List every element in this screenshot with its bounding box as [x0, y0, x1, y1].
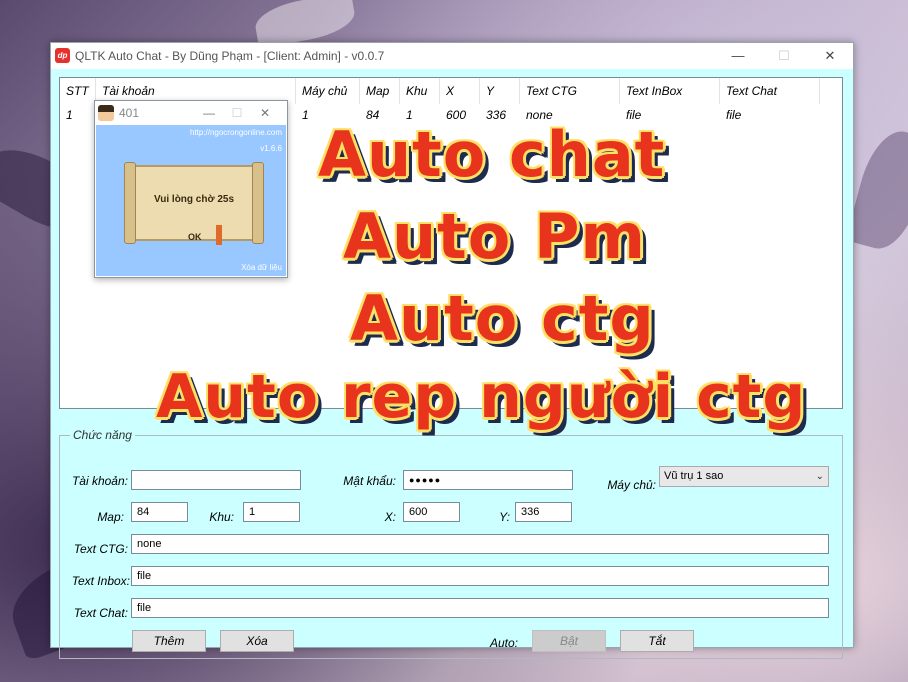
map-label: Map: — [97, 510, 124, 524]
popup-title: 401 — [119, 106, 140, 120]
column-header-text-inbox[interactable]: Text InBox — [620, 78, 720, 104]
delete-button[interactable]: Xóa — [220, 630, 294, 652]
message-scroll: Vui lòng chờ 25s — [124, 162, 264, 244]
account-input[interactable] — [131, 470, 301, 490]
x-input[interactable]: 600 — [403, 502, 460, 522]
wait-message: Vui lòng chờ 25s — [153, 194, 235, 205]
column-header-khu[interactable]: Khu — [400, 78, 440, 104]
game-url: http://ngocrongonline.com — [189, 128, 282, 137]
cell-text-chat: file — [726, 108, 742, 122]
text-chat-input[interactable]: file — [131, 598, 829, 618]
close-button[interactable]: ✕ — [807, 43, 853, 69]
auto-label: Auto: — [489, 636, 518, 650]
overlay-line-3: Auto ctg — [350, 282, 655, 355]
column-header-stt[interactable]: STT — [60, 78, 96, 104]
group-label: Chức năng — [70, 428, 135, 442]
cell-server: 1 — [302, 108, 309, 122]
column-header-server[interactable]: Máy chủ — [296, 78, 360, 104]
text-ctg-label: Text CTG: — [73, 542, 128, 556]
text-inbox-label: Text Inbox: — [71, 574, 130, 588]
function-group: Chức năng Tài khoản: Mật khẩu: ●●●●● Máy… — [59, 428, 843, 659]
server-select[interactable]: Vũ trụ 1 sao ⌄ — [659, 466, 829, 487]
delete-data-link[interactable]: Xóa dữ liệu — [241, 263, 282, 272]
minimize-button[interactable]: — — [715, 43, 761, 69]
khu-label: Khu: — [209, 510, 234, 524]
map-input[interactable]: 84 — [131, 502, 188, 522]
progress-indicator — [216, 225, 222, 245]
popup-close-button[interactable]: ✕ — [251, 101, 279, 125]
maximize-button[interactable]: ☐ — [761, 43, 807, 69]
popup-maximize-button[interactable]: ☐ — [223, 101, 251, 125]
overlay-line-1: Auto chat — [318, 118, 666, 191]
popup-title-bar[interactable]: 401 — ☐ ✕ — [95, 101, 287, 125]
window-title: QLTK Auto Chat - By Dũng Phạm - [Client:… — [75, 49, 385, 63]
password-label: Mật khẩu: — [343, 474, 396, 488]
text-inbox-input[interactable]: file — [131, 566, 829, 586]
text-ctg-input[interactable]: none — [131, 534, 829, 554]
desktop-background: { "window": { "icon_text": "dp", "title"… — [0, 0, 908, 682]
account-label: Tài khoản: — [71, 474, 128, 488]
y-label: Y: — [499, 510, 510, 524]
chevron-down-icon: ⌄ — [815, 471, 824, 482]
overlay-line-2: Auto Pm — [343, 200, 646, 273]
game-popup-window: 401 — ☐ ✕ http://ngocrongonline.com v1.6… — [94, 100, 288, 278]
column-header-map[interactable]: Map — [360, 78, 400, 104]
add-button[interactable]: Thêm — [132, 630, 206, 652]
cell-stt: 1 — [66, 108, 73, 122]
ok-button[interactable]: OK — [188, 232, 202, 242]
off-button[interactable]: Tắt — [620, 630, 694, 652]
popup-minimize-button[interactable]: — — [195, 101, 223, 125]
password-input[interactable]: ●●●●● — [403, 470, 573, 490]
column-header-text-ctg[interactable]: Text CTG — [520, 78, 620, 104]
game-version: v1.6.6 — [260, 144, 282, 153]
column-header-text-chat[interactable]: Text Chat — [720, 78, 820, 104]
character-avatar-icon — [98, 105, 114, 121]
app-icon: dp — [55, 48, 70, 63]
x-label: X: — [384, 510, 396, 524]
background-petal — [845, 124, 908, 256]
column-header-y[interactable]: Y — [480, 78, 520, 104]
column-header-x[interactable]: X — [440, 78, 480, 104]
game-screen[interactable]: http://ngocrongonline.com v1.6.6 Vui lòn… — [96, 125, 286, 276]
overlay-line-4: Auto rep người ctg — [156, 362, 807, 432]
khu-input[interactable]: 1 — [243, 502, 300, 522]
text-chat-label: Text Chat: — [73, 606, 128, 620]
server-select-value: Vũ trụ 1 sao — [664, 470, 724, 482]
server-label: Máy chủ: — [607, 478, 656, 492]
on-button[interactable]: Bật — [532, 630, 606, 652]
y-input[interactable]: 336 — [515, 502, 572, 522]
title-bar[interactable]: dp QLTK Auto Chat - By Dũng Phạm - [Clie… — [51, 43, 853, 69]
